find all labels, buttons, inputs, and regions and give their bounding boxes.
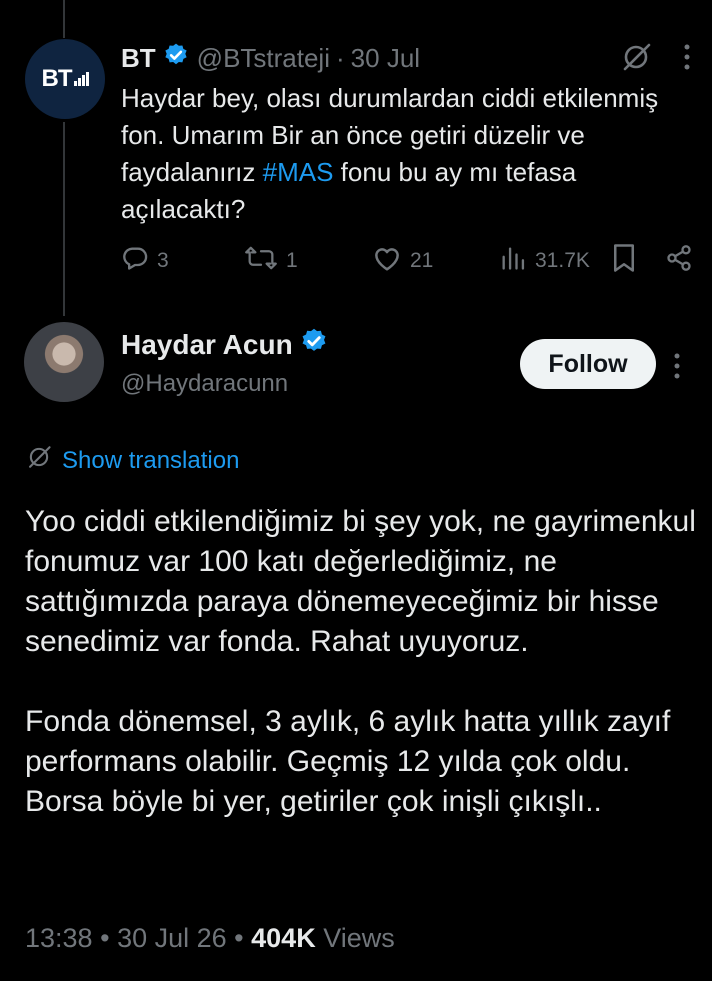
tweet-date[interactable]: 30 Jul 26 — [117, 923, 227, 953]
avatar-haydar-acun[interactable] — [24, 322, 104, 402]
reply-author-name[interactable]: BT — [121, 43, 156, 74]
tweet-time[interactable]: 13:38 — [25, 923, 93, 953]
views-chart-icon — [499, 244, 527, 278]
reply-count: 3 — [157, 249, 169, 272]
follow-button[interactable]: Follow — [520, 339, 656, 389]
tweet-meta: 13:38 • 30 Jul 26 • 404K Views — [25, 923, 395, 954]
tweet-views-count: 404K — [251, 923, 316, 953]
grok-translate-icon — [26, 444, 52, 477]
avatar-bt[interactable]: BT — [25, 39, 105, 119]
bar-chart-logo-icon — [73, 72, 89, 86]
repost-count: 1 — [286, 249, 298, 272]
share-button[interactable] — [665, 244, 693, 278]
show-translation-link[interactable]: Show translation — [26, 444, 239, 477]
reply-action-bar: 3 1 21 31.7K — [121, 244, 696, 278]
heart-icon — [372, 244, 402, 278]
reply-handle[interactable]: @BTstrateji — [197, 43, 330, 74]
thread-line-top — [63, 0, 65, 38]
reply-date[interactable]: 30 Jul — [351, 43, 420, 74]
repost-icon — [244, 244, 278, 278]
reply-header: BT @BTstrateji · 30 Jul — [121, 41, 420, 75]
tweet-views-label: Views — [323, 923, 395, 953]
reply-top-actions — [620, 41, 692, 78]
bt-logo-text: BT — [41, 65, 73, 92]
more-options-icon[interactable] — [682, 42, 692, 77]
verified-badge-icon — [300, 327, 328, 362]
meta-dot: • — [100, 923, 110, 953]
meta-dot: • — [234, 923, 244, 953]
more-options-icon[interactable] — [672, 351, 682, 386]
main-tweet-text: Yoo ciddi etkilendiğimiz bi şey yok, ne … — [25, 505, 696, 818]
comment-icon — [121, 244, 149, 278]
hashtag-link[interactable]: #MAS — [263, 157, 334, 187]
main-author-handle[interactable]: @Haydaracunn — [121, 370, 288, 398]
views-count: 31.7K — [535, 249, 590, 272]
repost-button[interactable]: 1 — [244, 244, 298, 278]
views-button[interactable]: 31.7K — [499, 244, 590, 278]
like-button[interactable]: 21 — [372, 244, 433, 278]
show-translation-label: Show translation — [62, 446, 240, 474]
bookmark-icon — [611, 243, 637, 279]
verified-badge-icon — [163, 42, 189, 75]
main-author-row: Haydar Acun — [121, 327, 336, 362]
share-icon — [665, 244, 693, 278]
main-author-name[interactable]: Haydar Acun — [121, 329, 293, 361]
bookmark-button[interactable] — [611, 244, 637, 278]
thread-connector-line — [63, 122, 65, 316]
like-count: 21 — [410, 249, 434, 272]
reply-separator: · — [336, 42, 345, 73]
reply-button[interactable]: 3 — [121, 244, 169, 278]
reply-text: Haydar bey, olası durumlardan ciddi etki… — [121, 80, 691, 228]
grok-icon[interactable] — [620, 41, 652, 78]
